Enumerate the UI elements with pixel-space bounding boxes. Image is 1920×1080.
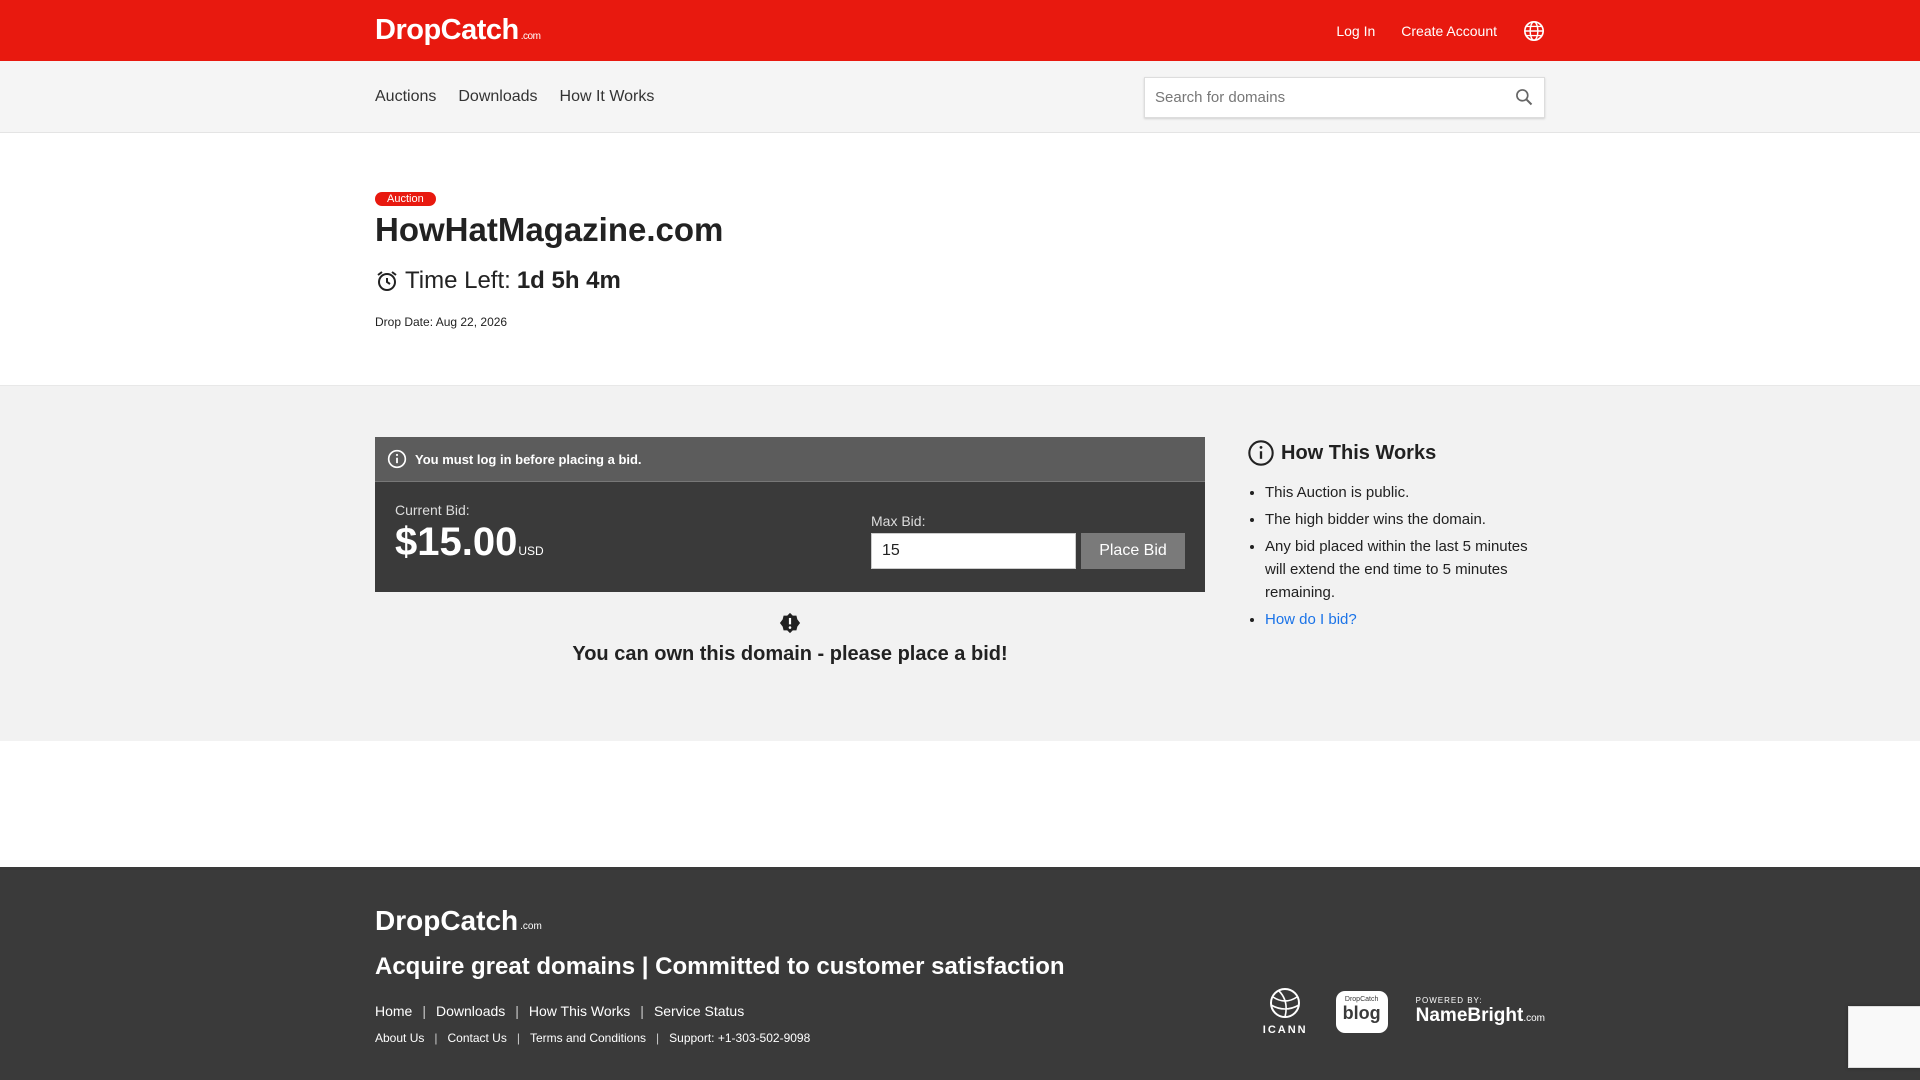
how-title-text: How This Works	[1281, 441, 1437, 464]
spacer	[0, 741, 1920, 867]
max-bid-input[interactable]	[871, 533, 1076, 569]
time-left-value: 1d 5h 4m	[516, 267, 621, 294]
currency-label: USD	[518, 544, 544, 558]
footer-link-contact-us[interactable]: Contact Us	[447, 1031, 506, 1045]
footer-tagline: Acquire great domains | Committed to cus…	[375, 953, 1065, 980]
how-list-item-link: How do I bid?	[1265, 608, 1545, 631]
main-nav: Auctions Downloads How It Works	[0, 61, 1920, 133]
bid-body: Current Bid: $15.00USD Max Bid: Place Bi…	[375, 482, 1205, 592]
logo-suffix: .com	[520, 31, 541, 42]
separator: |	[515, 1003, 519, 1019]
alarm-clock-icon	[377, 271, 397, 291]
how-list-item: Any bid placed within the last 5 minutes…	[1265, 535, 1545, 604]
powered-by-label: POWERED BY:	[1415, 996, 1483, 1005]
own-domain-message: You can own this domain - please place a…	[375, 612, 1205, 666]
drop-date: Drop Date: Aug 22, 2026	[375, 315, 508, 329]
footer-logo[interactable]: DropCatch .com	[375, 905, 1545, 937]
how-do-i-bid-link[interactable]: How do I bid?	[1265, 611, 1357, 628]
globe-icon[interactable]	[1523, 20, 1545, 42]
nav-item-auctions[interactable]: Auctions	[375, 88, 436, 106]
footer-logo-text: DropCatch	[375, 905, 519, 936]
bid-section: You must log in before placing a bid. Cu…	[0, 386, 1920, 741]
footer-link-support-phone[interactable]: Support: +1-303-502-9098	[669, 1031, 810, 1045]
namebright-suffix: .com	[1523, 1013, 1545, 1024]
top-header: DropCatch .com Log In Create Account	[0, 0, 1920, 61]
separator: |	[422, 1003, 426, 1019]
footer: DropCatch .com Acquire great domains | C…	[0, 867, 1920, 1080]
how-list-item: The high bidder wins the domain.	[1265, 508, 1545, 531]
nav-item-downloads[interactable]: Downloads	[458, 88, 537, 106]
info-icon	[387, 449, 407, 469]
alert-badge-icon	[779, 612, 801, 634]
footer-link-home[interactable]: Home	[375, 1003, 412, 1019]
logo-text: DropCatch	[375, 14, 519, 46]
login-link[interactable]: Log In	[1336, 23, 1375, 39]
current-bid-amount: $15.00	[395, 520, 518, 564]
bid-column: You must log in before placing a bid. Cu…	[375, 437, 1205, 666]
how-this-works: How This Works This Auction is public. T…	[1247, 437, 1545, 666]
footer-badges: ICANN DropCatch blog POWERED BY: NameBri…	[1263, 987, 1545, 1036]
account-links: Log In Create Account	[1336, 20, 1545, 42]
current-bid: Current Bid: $15.00USD	[395, 502, 544, 592]
nav-item-how-it-works[interactable]: How It Works	[560, 88, 655, 106]
footer-logo-suffix: .com	[520, 921, 542, 932]
blog-top-text: DropCatch	[1344, 995, 1379, 1003]
search-box	[1144, 76, 1545, 118]
time-left-label: Time Left:	[405, 267, 511, 294]
place-bid-button[interactable]: Place Bid	[1081, 533, 1185, 569]
search-input[interactable]	[1155, 88, 1485, 106]
max-bid-area: Max Bid: Place Bid	[871, 513, 1185, 592]
blog-label: blog	[1342, 1002, 1381, 1023]
namebright-logo[interactable]: POWERED BY: NameBright.com	[1416, 996, 1545, 1027]
recaptcha-badge[interactable]	[1848, 1006, 1920, 1068]
how-list: This Auction is public. The high bidder …	[1247, 481, 1545, 631]
icann-globe-icon	[1270, 988, 1301, 1018]
auction-badge: Auction	[375, 192, 436, 206]
max-bid-label: Max Bid:	[871, 513, 926, 529]
footer-link-downloads[interactable]: Downloads	[436, 1003, 505, 1019]
footer-link-service-status[interactable]: Service Status	[654, 1003, 744, 1019]
dropcatch-logo[interactable]: DropCatch .com	[375, 14, 541, 47]
separator: |	[656, 1031, 660, 1045]
separator: |	[640, 1003, 644, 1019]
namebright-text: NameBright	[1415, 1005, 1524, 1026]
icann-label: ICANN	[1262, 1024, 1308, 1036]
info-icon	[1248, 440, 1274, 466]
dropcatch-blog-logo[interactable]: DropCatch blog	[1335, 990, 1388, 1033]
domain-title: HowHatMagazine.com	[375, 211, 724, 248]
bid-panel: You must log in before placing a bid. Cu…	[375, 437, 1205, 592]
create-account-link[interactable]: Create Account	[1401, 23, 1497, 39]
nav-links: Auctions Downloads How It Works	[375, 88, 654, 106]
login-notice: You must log in before placing a bid.	[375, 437, 1205, 482]
time-left: Time Left: 1d 5h 4m	[375, 267, 1545, 295]
separator: |	[516, 1031, 520, 1045]
login-notice-text: You must log in before placing a bid.	[415, 451, 642, 467]
icann-logo[interactable]: ICANN	[1263, 987, 1308, 1036]
how-this-works-title: How This Works	[1247, 439, 1545, 467]
footer-link-about-us[interactable]: About Us	[375, 1031, 424, 1045]
footer-link-how-this-works[interactable]: How This Works	[529, 1003, 630, 1019]
footer-link-terms[interactable]: Terms and Conditions	[530, 1031, 646, 1045]
search-icon[interactable]	[1514, 87, 1534, 107]
own-domain-text: You can own this domain - please place a…	[572, 643, 1008, 665]
listing-header: Auction HowHatMagazine.com Time Left: 1d…	[0, 133, 1920, 386]
max-bid-row: Place Bid	[871, 533, 1185, 569]
how-list-item: This Auction is public.	[1265, 481, 1545, 504]
current-bid-label: Current Bid:	[395, 502, 470, 518]
namebright-name: NameBright.com	[1416, 1005, 1545, 1027]
separator: |	[434, 1031, 438, 1045]
current-bid-value: $15.00USD	[395, 520, 544, 565]
